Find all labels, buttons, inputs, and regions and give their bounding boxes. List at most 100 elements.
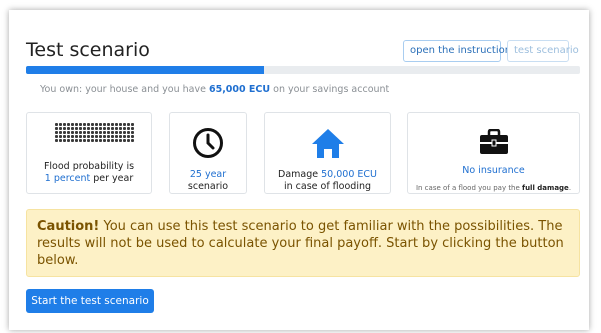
dot <box>63 139 66 142</box>
briefcase-icon <box>479 129 508 154</box>
flood-probability-value: 1 percent <box>44 173 91 184</box>
dot <box>79 127 82 130</box>
page-title: Test scenario <box>26 39 150 61</box>
dot <box>87 131 90 134</box>
dot <box>75 123 78 126</box>
caution-alert: Caution! You can use this test scenario … <box>26 209 580 277</box>
dot <box>67 139 70 142</box>
dot <box>55 127 58 130</box>
dot <box>115 123 118 126</box>
scenario-duration-card: 25 year scenario <box>169 112 247 194</box>
dot <box>99 131 102 134</box>
ownership-prefix: You own: your house and you have <box>40 84 209 95</box>
dot <box>79 131 82 134</box>
dot <box>115 131 118 134</box>
dot <box>99 139 102 142</box>
dot <box>87 135 90 138</box>
flood-probability-card: Flood probability is 1 percent per year <box>26 112 152 194</box>
dot <box>123 127 126 130</box>
dot <box>127 127 130 130</box>
damage-card: Damage 50,000 ECU in case of flooding <box>264 112 391 194</box>
caution-label: Caution! <box>37 219 100 234</box>
dot <box>59 123 62 126</box>
insurance-text: No insurance In case of a flood you pay … <box>408 165 579 194</box>
dot <box>131 127 134 130</box>
dot <box>75 139 78 142</box>
dot <box>67 123 70 126</box>
flood-probability-unit: per year <box>90 173 134 184</box>
dot <box>59 127 62 130</box>
dot <box>111 131 114 134</box>
dot <box>83 139 86 142</box>
scenario-duration-label: scenario <box>187 181 229 192</box>
dot <box>127 131 130 134</box>
savings-amount: 65,000 ECU <box>208 84 271 95</box>
dot <box>71 123 74 126</box>
ownership-suffix: on your savings account <box>270 84 390 95</box>
dot <box>83 127 86 130</box>
dot <box>131 131 134 134</box>
dot-grid-icon <box>55 123 134 142</box>
dot <box>83 123 86 126</box>
dot <box>95 123 98 126</box>
dot <box>67 127 70 130</box>
dot <box>131 135 134 138</box>
test-scenario-button[interactable]: test scenario <box>507 40 579 62</box>
house-icon <box>311 129 344 158</box>
insurance-note-bold: full damage <box>522 184 569 192</box>
dot <box>63 135 66 138</box>
dot <box>79 123 82 126</box>
dot <box>67 131 70 134</box>
open-instructions-button[interactable]: open the instructions <box>403 40 516 62</box>
insurance-status: No insurance <box>462 165 525 176</box>
dot <box>119 139 122 142</box>
insurance-note-suffix: . <box>568 184 572 192</box>
damage-label: in case of flooding <box>283 181 372 192</box>
insurance-note-prefix: In case of a flood you pay the <box>415 184 523 192</box>
dot <box>119 135 122 138</box>
dot <box>87 127 90 130</box>
insurance-card: No insurance In case of a flood you pay … <box>407 112 580 194</box>
dot <box>71 127 74 130</box>
dot <box>63 127 66 130</box>
dot <box>107 139 110 142</box>
dot <box>99 135 102 138</box>
dot <box>119 131 122 134</box>
dot <box>127 139 130 142</box>
dot <box>123 139 126 142</box>
progress-fill <box>26 66 265 74</box>
dot <box>103 127 106 130</box>
dot <box>127 123 130 126</box>
dot <box>83 131 86 134</box>
dot <box>79 139 82 142</box>
dot <box>59 135 62 138</box>
dot <box>115 139 118 142</box>
insurance-note: In case of a flood you pay the full dama… <box>408 182 579 194</box>
progress-bar <box>26 66 580 74</box>
dot <box>91 127 94 130</box>
dot <box>107 131 110 134</box>
flood-probability-label: Flood probability is <box>43 161 135 172</box>
scenario-duration-text: 25 year scenario <box>170 169 246 193</box>
dot <box>107 135 110 138</box>
dot <box>91 123 94 126</box>
damage-text: Damage 50,000 ECU in case of flooding <box>265 169 390 193</box>
dot <box>111 139 114 142</box>
dot <box>131 139 134 142</box>
dot <box>55 123 58 126</box>
dot <box>71 135 74 138</box>
start-test-scenario-button[interactable]: Start the test scenario <box>26 289 154 313</box>
dot <box>71 131 74 134</box>
dot <box>59 139 62 142</box>
dot <box>55 135 58 138</box>
dot <box>115 127 118 130</box>
ownership-line: You own: your house and you have 65,000 … <box>40 84 389 95</box>
dot <box>67 135 70 138</box>
dot <box>123 131 126 134</box>
dot <box>95 131 98 134</box>
dot <box>63 131 66 134</box>
dot <box>95 127 98 130</box>
dot <box>103 131 106 134</box>
dot <box>111 135 114 138</box>
dot <box>107 127 110 130</box>
